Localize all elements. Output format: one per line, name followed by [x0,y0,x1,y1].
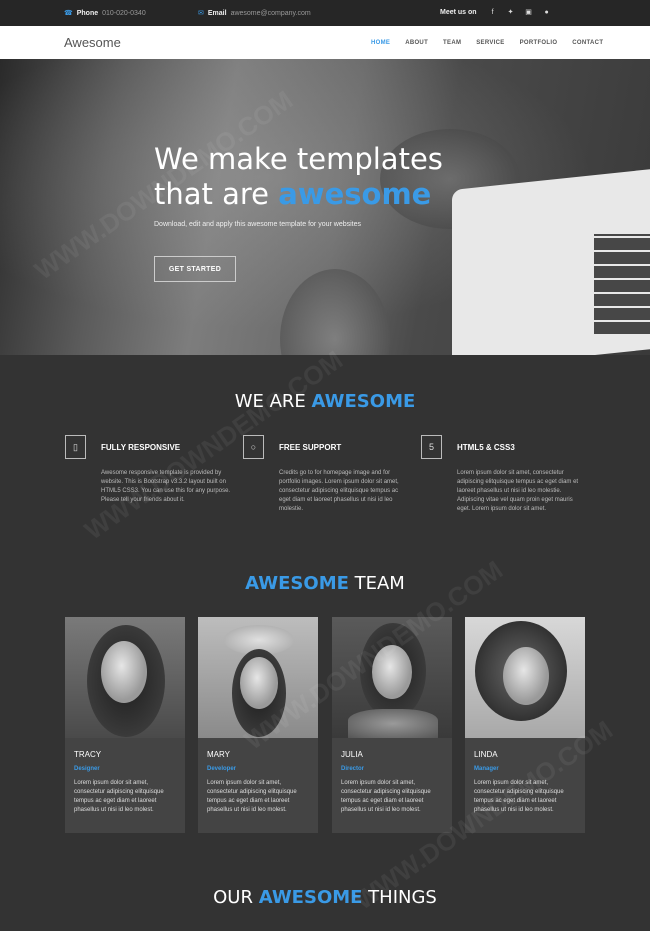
things-heading-plain: OUR [213,887,259,908]
about-heading: WE ARE AWESOME [0,391,650,412]
phone-info: ☎ Phone 010-020-0340 [64,9,146,18]
instagram-icon[interactable]: ▣ [525,8,533,16]
things-heading: OUR AWESOME THINGS [0,887,650,908]
member-description: Lorem ipsum dolor sit amet, consectetur … [74,780,164,813]
nav-menu: HOME ABOUT TEAM SERVICE PORTFOLIO CONTAC… [371,40,618,46]
team-heading: AWESOME TEAM [0,573,650,594]
nav-item-about[interactable]: ABOUT [405,40,428,46]
hero-subtitle: Download, edit and apply this awesome te… [154,221,361,228]
feature-title: HTML5 & CSS3 [457,443,515,452]
feature-text: Lorem ipsum dolor sit amet, consectetur … [457,470,579,512]
feature-text: Credits go to for homepage image and for… [279,470,399,512]
team-card-julia[interactable]: JULIA Director Lorem ipsum dolor sit ame… [332,617,452,833]
phone-icon: ☎ [64,10,73,17]
nav-item-service[interactable]: SERVICE [476,40,504,46]
get-started-button[interactable]: GET STARTED [154,256,236,282]
member-description: Lorem ipsum dolor sit amet, consectetur … [474,780,564,813]
hero-line2: that are [154,177,279,211]
member-name: LINDA [474,750,498,759]
hero-banner: We make templates that are awesome Downl… [0,59,650,355]
nav-item-portfolio[interactable]: PORTFOLIO [520,40,558,46]
hero-highlight: awesome [278,177,432,211]
top-info-bar: ☎ Phone 010-020-0340 ✉ Email awesome@com… [0,0,650,26]
twitter-icon[interactable]: ✦ [507,8,515,16]
member-description: Lorem ipsum dolor sit amet, consectetur … [341,780,431,813]
brand-logo[interactable]: Awesome [64,35,121,50]
member-name: MARY [207,750,230,759]
team-photo [65,617,185,738]
hero-headline: We make templates that are awesome [154,142,443,212]
feature-title: FULLY RESPONSIVE [101,443,181,452]
team-card-linda[interactable]: LINDA Manager Lorem ipsum dolor sit amet… [465,617,585,833]
about-heading-highlight: AWESOME [311,391,416,412]
team-card-tracy[interactable]: TRACY Designer Lorem ipsum dolor sit ame… [65,617,185,833]
social-links: Meet us on f ✦ ▣ ● [440,8,551,17]
things-heading-highlight: AWESOME [258,887,363,908]
team-photo [198,617,318,738]
member-role: Manager [474,766,499,772]
nav-item-home[interactable]: HOME [371,40,390,46]
feature-text: Awesome responsive template is provided … [101,470,231,503]
member-role: Developer [207,766,237,772]
envelope-icon: ✉ [198,10,204,17]
nav-item-team[interactable]: TEAM [443,40,461,46]
member-role: Director [341,766,365,772]
chat-icon: ○ [243,435,264,459]
team-heading-plain: TEAM [348,573,405,594]
things-heading-plain-end: THINGS [362,887,437,908]
email-value[interactable]: awesome@company.com [231,10,311,17]
team-photo [332,617,452,738]
member-role: Designer [74,766,100,772]
feature-title: FREE SUPPORT [279,443,342,452]
social-label: Meet us on [440,8,477,16]
member-name: JULIA [341,750,363,759]
team-photo [465,617,585,738]
email-label: Email [207,9,227,17]
team-card-mary[interactable]: MARY Developer Lorem ipsum dolor sit ame… [198,617,318,833]
hero-keyboard-shape [594,234,650,334]
apple-icon[interactable]: ● [543,9,551,16]
phone-label: Phone [76,9,99,17]
html5-icon: 5 [421,435,442,459]
mobile-icon: ▯ [65,435,86,459]
team-heading-highlight: AWESOME [245,573,349,594]
email-info: ✉ Email awesome@company.com [198,9,311,18]
phone-value[interactable]: 010-020-0340 [102,10,146,17]
member-name: TRACY [74,750,102,759]
about-heading-plain: WE ARE [234,391,312,412]
facebook-icon[interactable]: f [489,9,497,16]
main-navbar: Awesome HOME ABOUT TEAM SERVICE PORTFOLI… [0,26,650,59]
hero-line1: We make templates [154,142,443,176]
member-description: Lorem ipsum dolor sit amet, consectetur … [207,780,297,813]
nav-item-contact[interactable]: CONTACT [572,40,603,46]
